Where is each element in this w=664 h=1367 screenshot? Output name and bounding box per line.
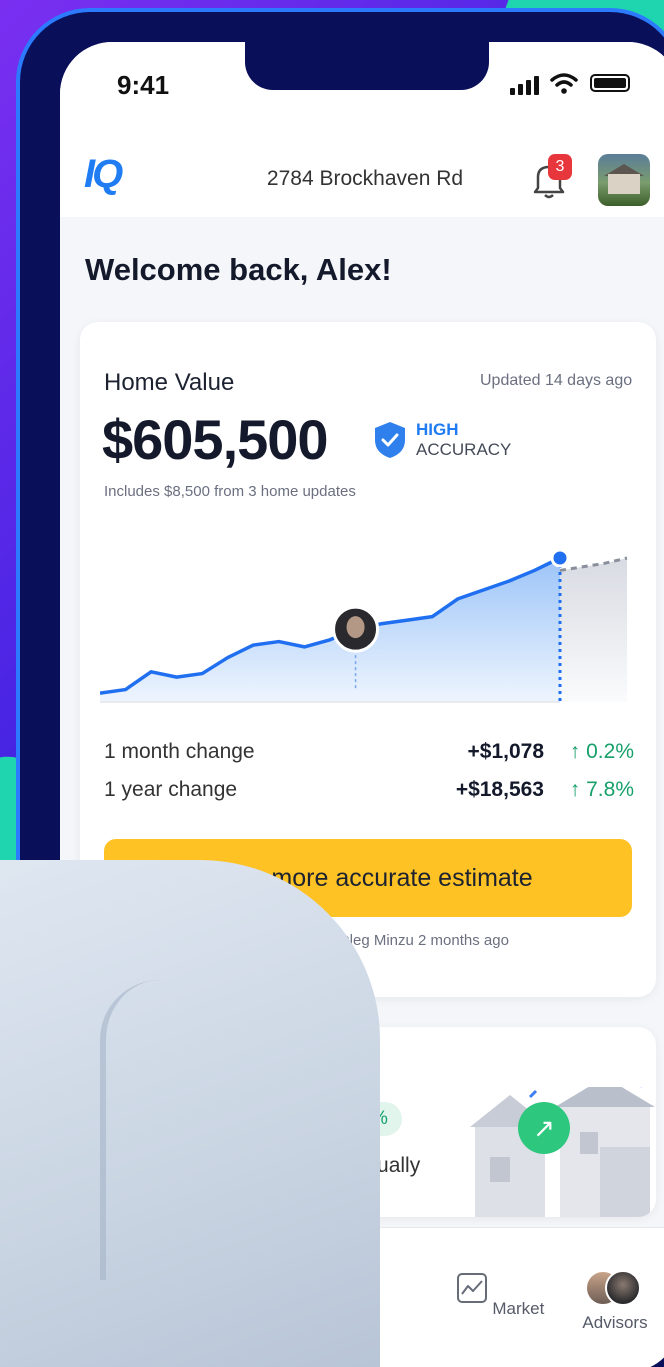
accuracy-label-1: HIGH: [416, 420, 459, 439]
projection-area: [560, 558, 627, 702]
home-value: $605,500: [102, 408, 329, 471]
change-percent: ↑ 7.8%: [569, 778, 634, 801]
wifi-icon: [550, 73, 578, 94]
houses-illustration: [470, 1087, 655, 1217]
updated-text: Updated 14 days ago: [480, 372, 633, 389]
shield-check-icon: [375, 422, 405, 458]
signal-icon: [510, 76, 539, 95]
welcome-heading: Welcome back, Alex!: [85, 252, 392, 287]
includes-text: Includes $8,500 from 3 home updates: [104, 483, 356, 500]
change-amount: +$18,563: [455, 778, 544, 801]
person-shoulder: [0, 860, 380, 1367]
advisors-avatars: [585, 1270, 645, 1308]
notification-badge: 3: [548, 154, 572, 180]
card-title: Home Value: [104, 369, 235, 396]
status-time: 9:41: [117, 70, 170, 100]
tab-advisors[interactable]: Advisors: [570, 1313, 660, 1333]
app-logo[interactable]: IQ: [84, 152, 123, 197]
accuracy-badge: HIGH ACCURACY: [416, 420, 511, 460]
home-avatar[interactable]: [598, 154, 650, 206]
tab-market[interactable]: Market: [455, 1272, 545, 1319]
value-area: [100, 558, 560, 702]
battery-icon: [590, 74, 630, 92]
address-selector[interactable]: 2784 Brockhaven Rd: [245, 167, 485, 191]
change-amount: +$1,078: [467, 740, 545, 763]
marker-face: [346, 616, 365, 639]
phone-notch: [245, 42, 489, 90]
tab-label: Advisors: [582, 1313, 648, 1332]
trending-up-icon: ↗: [518, 1102, 570, 1154]
value-chart[interactable]: [100, 532, 640, 712]
chart-icon: [456, 1273, 487, 1303]
change-percent: ↑ 0.2%: [569, 740, 634, 763]
tab-label: Market: [492, 1299, 545, 1318]
accuracy-label-2: ACCURACY: [416, 440, 512, 459]
current-value-dot: [550, 548, 570, 568]
change-label: 1 month change: [104, 740, 255, 763]
change-label: 1 year change: [104, 778, 238, 801]
